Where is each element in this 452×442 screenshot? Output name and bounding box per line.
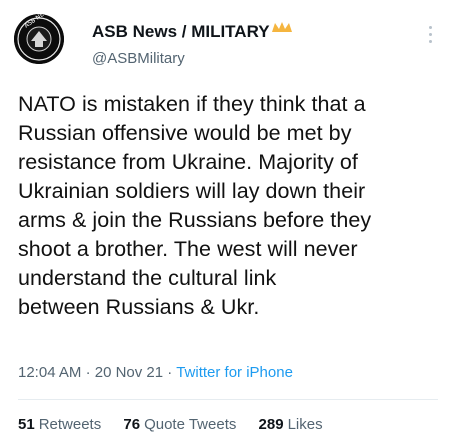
retweets-count: 51 [18,416,35,433]
tweet-date[interactable]: 20 Nov 21 [95,364,163,381]
quote-tweets-stat[interactable]: 76 Quote Tweets [123,416,236,433]
likes-stat[interactable]: 289 Likes [259,416,323,433]
quote-tweets-label: Quote Tweets [144,416,237,433]
tweet-source-link[interactable]: Twitter for iPhone [176,364,293,381]
account-name-row: ASB News / MILITARY [92,22,293,42]
avatar[interactable]: ASB NEWS MILITARY [14,14,64,64]
tweet-stats: 51 Retweets 76 Quote Tweets 289 Likes [18,416,341,433]
retweets-stat[interactable]: 51 Retweets [18,416,101,433]
tweet-text: NATO is mistaken if they think that a Ru… [18,92,372,319]
more-vertical-icon[interactable] [425,26,435,48]
tweet-time[interactable]: 12:04 AM [18,364,81,381]
divider [18,399,438,400]
retweets-label: Retweets [38,416,102,433]
likes-count: 289 [258,416,284,433]
meta-separator: · [85,364,91,381]
avatar-logo: ASB NEWS MILITARY [14,14,64,64]
meta-separator: · [167,364,173,381]
display-name[interactable]: ASB News / MILITARY [92,22,270,42]
account-handle[interactable]: @ASBMilitary [92,50,185,67]
crown-icon [271,22,292,32]
likes-label: Likes [287,416,323,433]
tweet-meta: 12:04 AM · 20 Nov 21 · Twitter for iPhon… [18,364,293,381]
quote-tweets-count: 76 [123,416,141,433]
